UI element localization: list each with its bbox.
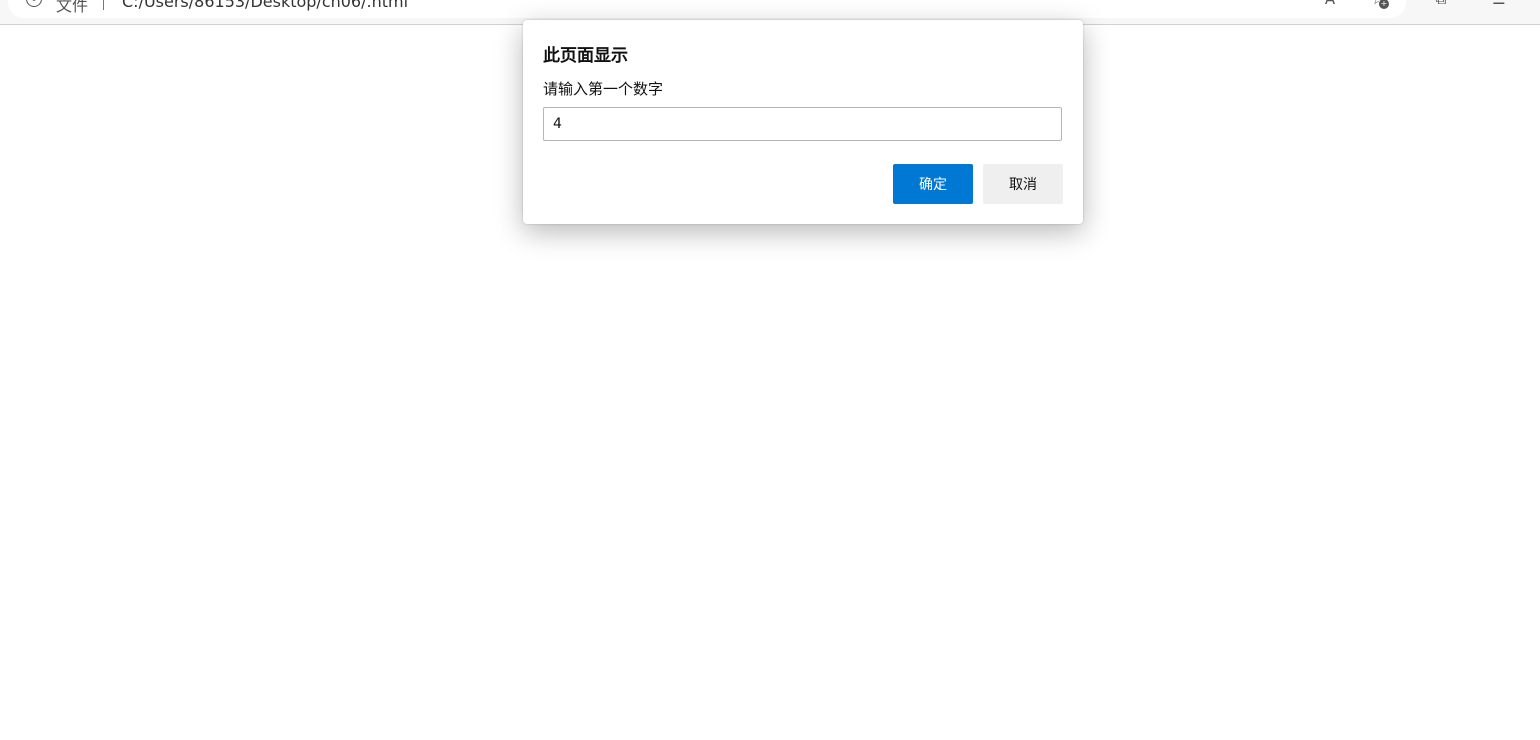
address-separator bbox=[103, 0, 104, 10]
scheme-label: 文件 bbox=[56, 0, 89, 15]
url-text[interactable]: C:/Users/86153/Desktop/ch06/.html bbox=[122, 0, 408, 11]
read-aloud-icon[interactable]: A bbox=[1321, 0, 1339, 7]
cancel-button[interactable]: 取消 bbox=[983, 164, 1063, 204]
split-screen-icon[interactable]: ⧉ bbox=[1432, 0, 1450, 7]
prompt-dialog: 此页面显示 请输入第一个数字 确定 取消 bbox=[523, 20, 1083, 224]
dialog-message: 请输入第一个数字 bbox=[543, 80, 664, 98]
ok-button[interactable]: 确定 bbox=[893, 164, 973, 204]
favorites-icon[interactable]: ☰ bbox=[1490, 0, 1508, 7]
dialog-title: 此页面显示 bbox=[543, 46, 628, 66]
prompt-input[interactable] bbox=[543, 107, 1062, 141]
add-favorite-icon[interactable]: ☆+ bbox=[1369, 0, 1389, 9]
